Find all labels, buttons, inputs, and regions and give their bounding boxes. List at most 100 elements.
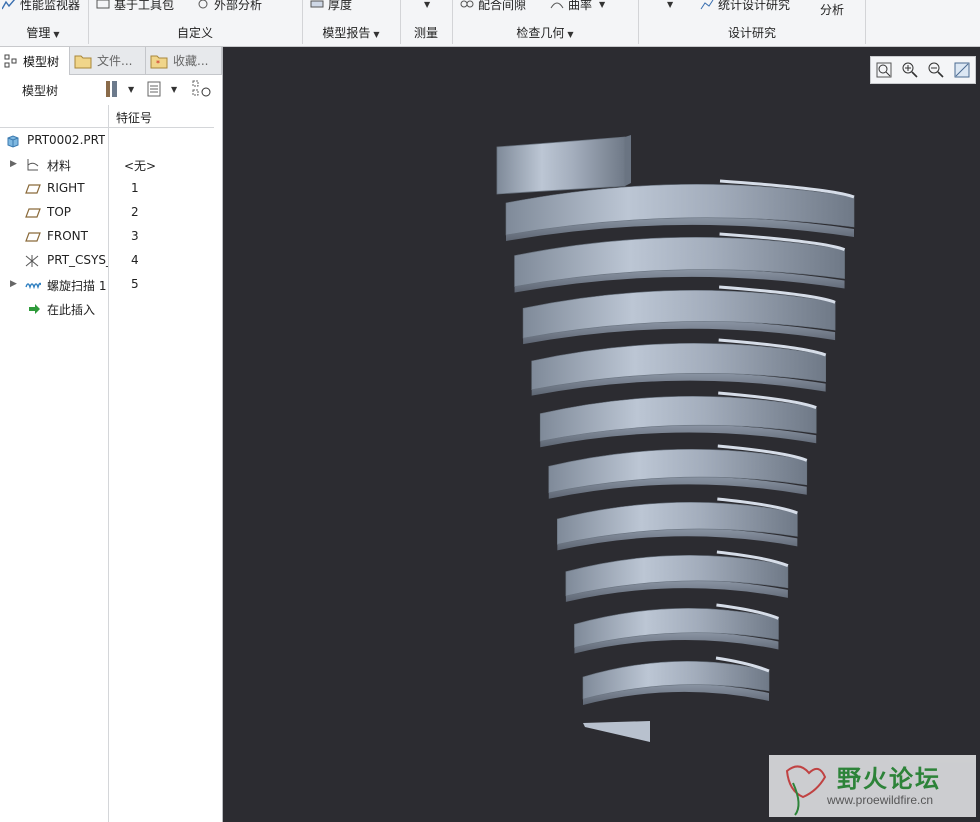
material-icon: [27, 159, 39, 171]
helix-end-face: [583, 721, 650, 742]
datum-plane-icon: [25, 208, 41, 218]
navigator-tabs: 模型树 文件... * 收藏...: [0, 47, 222, 75]
group-inspect-geometry[interactable]: 检查几何 ▼: [452, 22, 638, 44]
helical-sweep-model[interactable]: [223, 47, 980, 822]
tree-row-label: 螺旋扫描 1: [47, 279, 107, 293]
document-list-icon: [147, 81, 161, 97]
filter-button[interactable]: [192, 80, 212, 101]
tree-toolbar: 模型树 ▼ ▼: [0, 75, 222, 105]
tab-favorites[interactable]: * 收藏...: [146, 47, 222, 74]
more-dropdown[interactable]: ▼: [421, 0, 430, 14]
caret-down-icon: ▼: [667, 0, 674, 9]
folder-icon: [74, 55, 92, 68]
tools-icon: [106, 81, 117, 97]
tree-row-insert-here[interactable]: 在此插入: [0, 298, 214, 320]
navigator-panel: 模型树 文件... * 收藏... 模型树 ▼ ▼ 特征号 PRT0002.PR…: [0, 47, 223, 822]
tree-toolbar-label: 模型树: [22, 84, 59, 98]
external-analysis-button[interactable]: 外部分析: [196, 0, 262, 14]
tree-row-label: PRT_CSYS_DEF: [47, 253, 108, 267]
tab-files[interactable]: 文件...: [70, 47, 146, 74]
feature-number-column-header[interactable]: 特征号: [116, 109, 152, 126]
tree-row-label: FRONT: [47, 229, 88, 243]
caret-down-icon: ▼: [424, 0, 431, 9]
thickness-button[interactable]: 厚度: [310, 0, 352, 14]
tree-column-header: 特征号: [0, 105, 214, 128]
group-custom: 自定义: [176, 26, 213, 40]
tree-row-number: 3: [131, 229, 139, 243]
zoom-fit-icon[interactable]: [875, 61, 893, 79]
watermark-url: www.proewildfire.cn: [827, 793, 934, 807]
caret-down-icon: ▼: [567, 30, 574, 39]
tree-root[interactable]: PRT0002.PRT: [0, 130, 214, 152]
helix-coils: [505, 179, 855, 742]
tree-row-front[interactable]: FRONT 3: [0, 226, 214, 248]
group-model-report[interactable]: 模型报告 ▼: [302, 22, 400, 44]
datum-plane-icon: [25, 184, 41, 194]
external-analysis-icon: [198, 0, 208, 9]
tree-row-helical-sweep[interactable]: ▶ 螺旋扫描 1 5: [0, 274, 214, 296]
expand-arrow-icon[interactable]: ▶: [10, 279, 17, 289]
tree-settings-button[interactable]: ▼: [104, 80, 134, 98]
watermark-title: 野火论坛: [837, 765, 941, 793]
helical-sweep-icon: [25, 282, 41, 290]
group-measure: 测量: [413, 26, 438, 40]
tree-row-number: 4: [131, 253, 139, 267]
performance-monitor-button[interactable]: 性能监视器: [2, 0, 80, 14]
expand-arrow-icon[interactable]: ▶: [10, 159, 17, 169]
curvature-button[interactable]: 曲率 ▼: [550, 0, 605, 14]
clearance-icon: [460, 0, 474, 8]
tree-row-material[interactable]: ▶ 材料 <无>: [0, 154, 214, 176]
statistical-study-button[interactable]: 统计设计研究: [700, 0, 790, 14]
show-columns-button[interactable]: ▼: [147, 81, 177, 97]
caret-down-icon: ▼: [599, 0, 606, 9]
graphics-viewport[interactable]: [223, 47, 980, 822]
tree-row-number: <无>: [124, 159, 157, 173]
tree-row-number: 2: [131, 205, 139, 219]
tree-row-label: 材料: [47, 159, 72, 173]
model-tree-icon: [4, 54, 17, 68]
tree-name-column-header[interactable]: [0, 105, 109, 127]
watermark-logo-icon: [785, 765, 827, 816]
tree-filter-icon: [192, 80, 211, 97]
study-dropdown[interactable]: ▼: [664, 0, 673, 14]
tree-row-label: RIGHT: [47, 181, 85, 195]
watermark: 野火论坛 www.proewildfire.cn: [769, 755, 976, 817]
tree-row-top[interactable]: TOP 2: [0, 202, 214, 224]
thickness-icon: [310, 0, 324, 8]
zoom-out-icon[interactable]: [927, 61, 945, 79]
caret-down-icon: ▼: [373, 30, 380, 39]
analysis-button[interactable]: 分析: [820, 0, 844, 19]
helix-start-face: [496, 136, 626, 195]
caret-down-icon: ▼: [128, 84, 135, 94]
svg-text:*: *: [156, 59, 160, 68]
part-icon: [7, 135, 19, 148]
tree-row-right[interactable]: RIGHT 1: [0, 178, 214, 200]
tab-model-tree[interactable]: 模型树: [0, 47, 70, 75]
helix-start-side: [625, 135, 631, 186]
zoom-in-icon[interactable]: [901, 61, 919, 79]
group-design-study: 设计研究: [727, 26, 776, 40]
curvature-icon: [550, 2, 564, 9]
view-toolbar: [870, 56, 976, 84]
caret-down-icon: ▼: [171, 84, 178, 94]
ribbon: 性能监视器 基于工具包 外部分析 厚度 ▼ 配合间隙 曲率 ▼ ▼ 统计设计研究…: [0, 0, 980, 47]
group-divider: [865, 0, 866, 44]
group-manage[interactable]: 管理 ▼: [0, 22, 86, 44]
repaint-icon[interactable]: [953, 61, 971, 79]
clearance-button[interactable]: 配合间隙: [460, 0, 526, 14]
favorites-folder-icon: *: [150, 55, 168, 68]
datum-plane-icon: [25, 232, 41, 242]
tree-row-label: TOP: [47, 205, 72, 219]
insert-here-arrow-icon: [29, 304, 40, 314]
caret-down-icon: ▼: [53, 30, 60, 39]
toolkit-icon: [96, 0, 110, 9]
coordinate-system-icon: [25, 255, 39, 267]
performance-monitor-icon: [2, 0, 16, 10]
statistical-study-icon: [700, 0, 714, 10]
toolkit-button[interactable]: 基于工具包: [96, 0, 174, 14]
tree-row-number: 1: [131, 181, 139, 195]
tree-row-label: 在此插入: [47, 303, 96, 317]
tree-root-label: PRT0002.PRT: [27, 133, 106, 147]
tree-row-csys[interactable]: PRT_CSYS_DEF 4: [0, 250, 214, 272]
tree-row-number: 5: [131, 277, 139, 291]
